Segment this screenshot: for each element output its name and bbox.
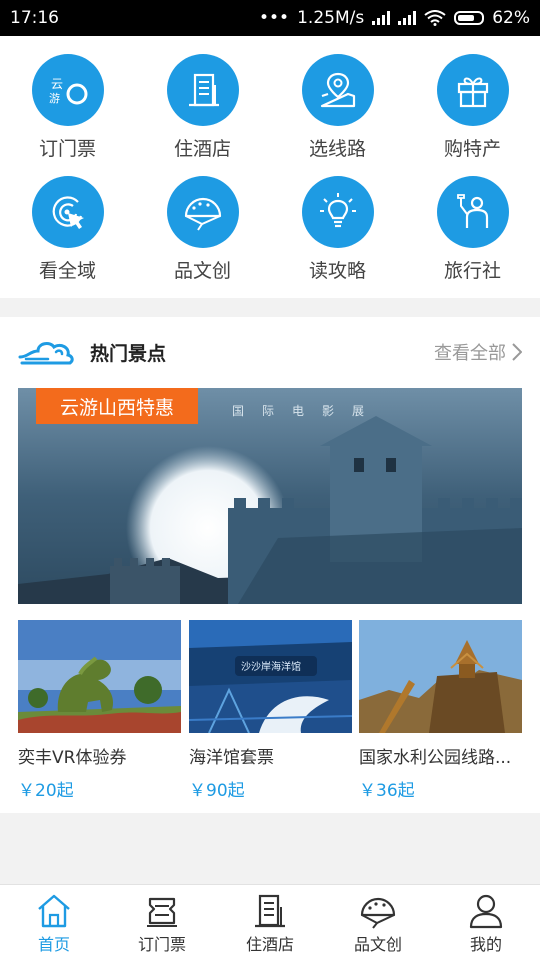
- more-dots-icon: •••: [259, 8, 290, 28]
- hot-attractions-section: 热门景点 查看全部 云游山西特惠 国际电影展 奕丰VR体验券 ￥20起 沙沙岸海…: [0, 317, 540, 813]
- see-all-label: 查看全部: [434, 343, 506, 364]
- gift-icon: [436, 54, 509, 126]
- grid-label: 购特产: [443, 138, 501, 160]
- card-title: 国家水利公园线路...: [359, 748, 512, 768]
- tab-creative[interactable]: 品文创: [324, 885, 432, 960]
- attraction-card[interactable]: 沙沙岸海洋馆 海洋馆套票 ￥90起: [189, 620, 352, 801]
- promo-tag: 云游山西特惠: [36, 388, 198, 424]
- water-park-image: [359, 620, 522, 733]
- ticket-icon: [147, 897, 177, 927]
- grid-item-hotel[interactable]: 住酒店: [135, 54, 270, 161]
- grid-item-travel-agency[interactable]: 旅行社: [405, 176, 540, 283]
- lightbulb-icon: [301, 176, 374, 248]
- bottom-tab-bar: 首页 订门票 住酒店 品文创 我的: [0, 884, 540, 960]
- fan-icon: [166, 176, 239, 248]
- svg-text:沙沙岸海洋馆: 沙沙岸海洋馆: [241, 660, 301, 673]
- hotel-icon: [166, 54, 239, 126]
- banner-caption: 国际电影展: [232, 404, 383, 418]
- user-icon: [469, 894, 503, 929]
- section-title: 热门景点: [90, 343, 167, 365]
- tab-label: 我的: [469, 935, 502, 954]
- status-time: 17:16: [10, 8, 59, 28]
- tab-label: 首页: [37, 935, 70, 954]
- tab-label: 品文创: [353, 935, 402, 954]
- ticket-icon: 云游: [31, 54, 104, 126]
- card-title: 海洋馆套票: [189, 748, 274, 768]
- see-all-link[interactable]: 查看全部: [434, 339, 522, 365]
- network-speed: 1.25M/s: [297, 8, 365, 28]
- signal-icon: [372, 11, 391, 25]
- svg-text:云: 云: [51, 77, 63, 91]
- card-price: ￥36起: [359, 781, 415, 801]
- attraction-cards: 奕丰VR体验券 ￥20起 沙沙岸海洋馆 海洋馆套票 ￥90起 国家水利公园线路.…: [18, 620, 522, 801]
- section-header: 热门景点 查看全部: [0, 317, 540, 387]
- grid-item-routes[interactable]: 选线路: [270, 54, 405, 161]
- card-price: ￥90起: [189, 781, 245, 801]
- svg-text:游: 游: [49, 92, 60, 105]
- status-indicators: ••• 1.25M/s 62%: [259, 8, 530, 28]
- feature-grid: 云游 订门票 住酒店 选线路 购特产 看全域 品文创 读攻略 旅行社: [0, 36, 540, 298]
- grid-label: 读攻略: [308, 260, 366, 282]
- card-price: ￥20起: [18, 781, 74, 801]
- grid-label: 订门票: [38, 138, 96, 160]
- tab-tickets[interactable]: 订门票: [108, 885, 216, 960]
- chevron-right-icon: [512, 343, 522, 361]
- home-icon: [38, 894, 70, 928]
- cloud-icon: [18, 342, 74, 365]
- aquarium-image: 沙沙岸海洋馆: [189, 620, 352, 733]
- grid-label: 看全域: [38, 260, 96, 282]
- attraction-card[interactable]: 奕丰VR体验券 ￥20起: [18, 620, 181, 801]
- battery-icon: [454, 11, 485, 25]
- tab-hotel[interactable]: 住酒店: [216, 885, 324, 960]
- signal-icon: [398, 11, 417, 25]
- battery-level: 62%: [492, 8, 530, 28]
- grid-label: 品文创: [173, 260, 231, 282]
- grid-item-specialties[interactable]: 购特产: [405, 54, 540, 161]
- travel-agency-icon: [436, 176, 509, 248]
- grid-item-tickets[interactable]: 云游 订门票: [0, 54, 135, 161]
- fan-icon: [360, 897, 396, 929]
- grid-label: 旅行社: [443, 260, 501, 282]
- card-title: 奕丰VR体验券: [18, 748, 127, 768]
- dinosaur-park-image: [18, 620, 181, 733]
- tab-me[interactable]: 我的: [432, 885, 540, 960]
- hotel-icon: [255, 894, 285, 928]
- route-map-icon: [301, 54, 374, 126]
- grid-item-guides[interactable]: 读攻略: [270, 176, 405, 283]
- grid-label: 选线路: [308, 138, 366, 160]
- tab-home[interactable]: 首页: [0, 885, 108, 960]
- tab-label: 订门票: [137, 935, 186, 954]
- target-icon: [31, 176, 104, 248]
- promo-banner[interactable]: 云游山西特惠 国际电影展: [18, 388, 522, 604]
- wifi-icon: [424, 10, 446, 26]
- attraction-card[interactable]: 国家水利公园线路... ￥36起: [359, 620, 522, 801]
- grid-item-creative[interactable]: 品文创: [135, 176, 270, 283]
- status-bar: 17:16 ••• 1.25M/s 62%: [0, 0, 540, 36]
- tab-label: 住酒店: [245, 935, 294, 954]
- grid-item-panorama[interactable]: 看全域: [0, 176, 135, 283]
- grid-label: 住酒店: [173, 138, 231, 160]
